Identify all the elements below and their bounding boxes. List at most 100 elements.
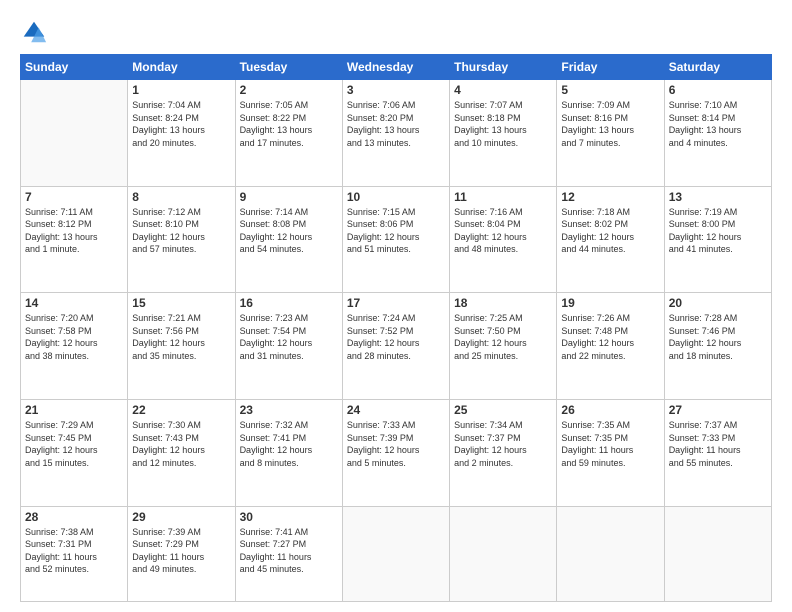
day-cell: 19Sunrise: 7:26 AM Sunset: 7:48 PM Dayli…: [557, 293, 664, 400]
day-cell: 12Sunrise: 7:18 AM Sunset: 8:02 PM Dayli…: [557, 186, 664, 293]
weekday-header-sunday: Sunday: [21, 55, 128, 80]
day-cell: 22 Sunrise: 7:30 AM Sunset: 7:43 PM Dayli…: [128, 399, 235, 506]
day-cell: 13Sunrise: 7:19 AM Sunset: 8:00 PM Dayli…: [664, 186, 771, 293]
day-cell: 20 Sunrise: 7:28 AM Sunset: 7:46 PM Dayli…: [664, 293, 771, 400]
day-number: 1: [132, 83, 230, 97]
day-info: Sunrise: 7:15 AM Sunset: 8:06 PM Dayligh…: [347, 206, 445, 256]
day-cell: 25 Sunrise: 7:34 AM Sunset: 7:37 PM Dayli…: [450, 399, 557, 506]
day-info: Sunrise: 7:29 AM Sunset: 7:45 PM Dayligh…: [25, 419, 123, 469]
day-info: Sunrise: 7:37 AM Sunset: 7:33 PM Dayligh…: [669, 419, 767, 469]
day-info: Sunrise: 7:19 AM Sunset: 8:00 PM Dayligh…: [669, 206, 767, 256]
day-info: Sunrise: 7:16 AM Sunset: 8:04 PM Dayligh…: [454, 206, 552, 256]
day-info: Sunrise: 7:32 AM Sunset: 7:41 PM Dayligh…: [240, 419, 338, 469]
day-number: 27: [669, 403, 767, 417]
day-cell: 21 Sunrise: 7:29 AM Sunset: 7:45 PM Dayli…: [21, 399, 128, 506]
day-number: 5: [561, 83, 659, 97]
day-info: Sunrise: 7:21 AM Sunset: 7:56 PM Dayligh…: [132, 312, 230, 362]
day-number: 25: [454, 403, 552, 417]
day-info: Sunrise: 7:14 AM Sunset: 8:08 PM Dayligh…: [240, 206, 338, 256]
week-row-5: 28 Sunrise: 7:38 AM Sunset: 7:31 PM Dayli…: [21, 506, 772, 601]
day-info: Sunrise: 7:05 AM Sunset: 8:22 PM Dayligh…: [240, 99, 338, 149]
day-number: 16: [240, 296, 338, 310]
day-cell: 27 Sunrise: 7:37 AM Sunset: 7:33 PM Dayli…: [664, 399, 771, 506]
day-info: Sunrise: 7:25 AM Sunset: 7:50 PM Dayligh…: [454, 312, 552, 362]
day-number: 18: [454, 296, 552, 310]
day-cell: 11 Sunrise: 7:16 AM Sunset: 8:04 PM Dayli…: [450, 186, 557, 293]
logo: [20, 18, 52, 46]
day-cell: 26 Sunrise: 7:35 AM Sunset: 7:35 PM Dayli…: [557, 399, 664, 506]
weekday-header-tuesday: Tuesday: [235, 55, 342, 80]
day-number: 15: [132, 296, 230, 310]
day-cell: 18 Sunrise: 7:25 AM Sunset: 7:50 PM Dayli…: [450, 293, 557, 400]
day-cell: 2 Sunrise: 7:05 AM Sunset: 8:22 PM Daylig…: [235, 80, 342, 187]
day-number: 22: [132, 403, 230, 417]
day-number: 6: [669, 83, 767, 97]
day-number: 24: [347, 403, 445, 417]
day-cell: 3 Sunrise: 7:06 AM Sunset: 8:20 PM Daylig…: [342, 80, 449, 187]
day-number: 19: [561, 296, 659, 310]
day-number: 26: [561, 403, 659, 417]
day-cell: 5 Sunrise: 7:09 AM Sunset: 8:16 PM Daylig…: [557, 80, 664, 187]
day-number: 3: [347, 83, 445, 97]
week-row-1: 1 Sunrise: 7:04 AM Sunset: 8:24 PM Daylig…: [21, 80, 772, 187]
day-cell: [342, 506, 449, 601]
day-number: 28: [25, 510, 123, 524]
day-info: Sunrise: 7:07 AM Sunset: 8:18 PM Dayligh…: [454, 99, 552, 149]
day-cell: [664, 506, 771, 601]
day-info: Sunrise: 7:39 AM Sunset: 7:29 PM Dayligh…: [132, 526, 230, 576]
day-info: Sunrise: 7:28 AM Sunset: 7:46 PM Dayligh…: [669, 312, 767, 362]
calendar-table: SundayMondayTuesdayWednesdayThursdayFrid…: [20, 54, 772, 602]
day-number: 9: [240, 190, 338, 204]
day-cell: [21, 80, 128, 187]
day-info: Sunrise: 7:33 AM Sunset: 7:39 PM Dayligh…: [347, 419, 445, 469]
day-info: Sunrise: 7:24 AM Sunset: 7:52 PM Dayligh…: [347, 312, 445, 362]
day-info: Sunrise: 7:30 AM Sunset: 7:43 PM Dayligh…: [132, 419, 230, 469]
day-number: 21: [25, 403, 123, 417]
day-info: Sunrise: 7:38 AM Sunset: 7:31 PM Dayligh…: [25, 526, 123, 576]
day-cell: 15 Sunrise: 7:21 AM Sunset: 7:56 PM Dayli…: [128, 293, 235, 400]
day-cell: 8 Sunrise: 7:12 AM Sunset: 8:10 PM Daylig…: [128, 186, 235, 293]
day-number: 23: [240, 403, 338, 417]
day-number: 30: [240, 510, 338, 524]
day-cell: 16 Sunrise: 7:23 AM Sunset: 7:54 PM Dayli…: [235, 293, 342, 400]
day-info: Sunrise: 7:23 AM Sunset: 7:54 PM Dayligh…: [240, 312, 338, 362]
day-info: Sunrise: 7:41 AM Sunset: 7:27 PM Dayligh…: [240, 526, 338, 576]
page: SundayMondayTuesdayWednesdayThursdayFrid…: [0, 0, 792, 612]
day-number: 10: [347, 190, 445, 204]
day-cell: [450, 506, 557, 601]
day-cell: 7Sunrise: 7:11 AM Sunset: 8:12 PM Daylig…: [21, 186, 128, 293]
weekday-header-row: SundayMondayTuesdayWednesdayThursdayFrid…: [21, 55, 772, 80]
weekday-header-friday: Friday: [557, 55, 664, 80]
day-cell: 30 Sunrise: 7:41 AM Sunset: 7:27 PM Dayli…: [235, 506, 342, 601]
day-info: Sunrise: 7:20 AM Sunset: 7:58 PM Dayligh…: [25, 312, 123, 362]
week-row-2: 7Sunrise: 7:11 AM Sunset: 8:12 PM Daylig…: [21, 186, 772, 293]
day-info: Sunrise: 7:35 AM Sunset: 7:35 PM Dayligh…: [561, 419, 659, 469]
header: [20, 18, 772, 46]
day-info: Sunrise: 7:04 AM Sunset: 8:24 PM Dayligh…: [132, 99, 230, 149]
day-info: Sunrise: 7:10 AM Sunset: 8:14 PM Dayligh…: [669, 99, 767, 149]
day-number: 17: [347, 296, 445, 310]
day-number: 8: [132, 190, 230, 204]
day-number: 11: [454, 190, 552, 204]
day-cell: 17 Sunrise: 7:24 AM Sunset: 7:52 PM Dayli…: [342, 293, 449, 400]
day-info: Sunrise: 7:09 AM Sunset: 8:16 PM Dayligh…: [561, 99, 659, 149]
day-info: Sunrise: 7:12 AM Sunset: 8:10 PM Dayligh…: [132, 206, 230, 256]
day-number: 2: [240, 83, 338, 97]
day-info: Sunrise: 7:06 AM Sunset: 8:20 PM Dayligh…: [347, 99, 445, 149]
day-cell: 9 Sunrise: 7:14 AM Sunset: 8:08 PM Daylig…: [235, 186, 342, 293]
day-cell: 6 Sunrise: 7:10 AM Sunset: 8:14 PM Daylig…: [664, 80, 771, 187]
day-cell: [557, 506, 664, 601]
day-info: Sunrise: 7:11 AM Sunset: 8:12 PM Dayligh…: [25, 206, 123, 256]
day-number: 20: [669, 296, 767, 310]
day-info: Sunrise: 7:18 AM Sunset: 8:02 PM Dayligh…: [561, 206, 659, 256]
day-cell: 1 Sunrise: 7:04 AM Sunset: 8:24 PM Daylig…: [128, 80, 235, 187]
weekday-header-wednesday: Wednesday: [342, 55, 449, 80]
day-cell: 4 Sunrise: 7:07 AM Sunset: 8:18 PM Daylig…: [450, 80, 557, 187]
day-cell: 29Sunrise: 7:39 AM Sunset: 7:29 PM Dayli…: [128, 506, 235, 601]
day-cell: 24 Sunrise: 7:33 AM Sunset: 7:39 PM Dayli…: [342, 399, 449, 506]
day-number: 4: [454, 83, 552, 97]
day-number: 14: [25, 296, 123, 310]
weekday-header-monday: Monday: [128, 55, 235, 80]
day-info: Sunrise: 7:34 AM Sunset: 7:37 PM Dayligh…: [454, 419, 552, 469]
weekday-header-thursday: Thursday: [450, 55, 557, 80]
